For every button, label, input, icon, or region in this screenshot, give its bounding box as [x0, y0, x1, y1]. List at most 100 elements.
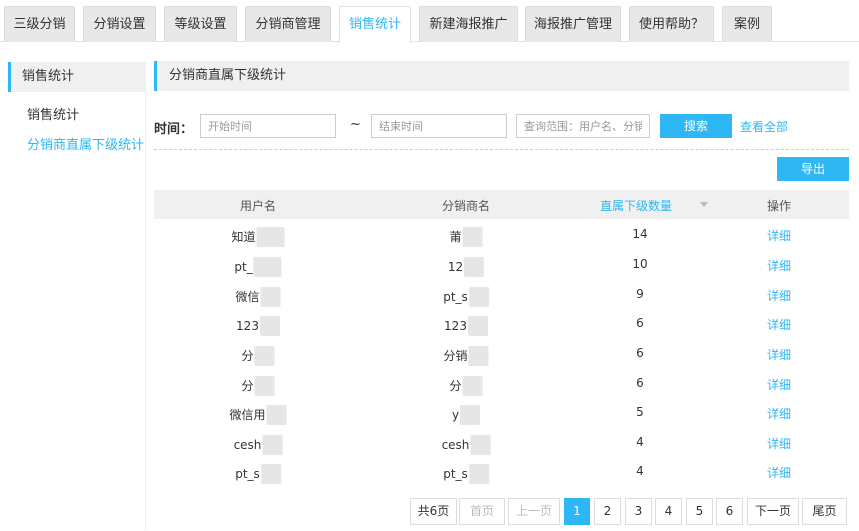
cell-username: 微信 — [235, 287, 281, 307]
table-row: pt_s pt_s 4 详细 — [154, 457, 849, 486]
table-row: cesh cesh 4 详细 — [154, 428, 849, 457]
cell-count: 4 — [636, 464, 644, 478]
cell-count: 5 — [636, 405, 644, 419]
header-action: 操作 — [766, 199, 792, 213]
detail-link[interactable]: 详细 — [767, 257, 791, 274]
sidebar-title: 销售统计 — [8, 62, 146, 92]
redaction-mask — [253, 257, 282, 277]
tab-distribution-settings[interactable]: 分销设置 — [83, 6, 156, 42]
cell-distributor-name: 12 — [448, 257, 485, 277]
time-label: 时间： — [154, 122, 194, 137]
redaction-mask — [254, 376, 275, 396]
table-header: 用户名 分销商名 直属下级数量 操作 — [154, 190, 849, 219]
cell-distributor-name: 分 — [449, 376, 483, 396]
cell-distributor-name: y — [452, 405, 481, 425]
cell-count: 14 — [632, 227, 648, 241]
time-separator: ~ — [350, 117, 361, 132]
pagination-next[interactable]: 下一页 — [747, 498, 799, 525]
section-title: 分销商直属下级统计 — [154, 61, 849, 91]
cell-count: 6 — [636, 346, 644, 360]
cell-distributor-name: pt_s — [443, 464, 489, 484]
query-range-input[interactable] — [516, 114, 650, 138]
header-distributor-name: 分销商名 — [441, 199, 491, 213]
cell-count: 9 — [636, 287, 644, 301]
tab-three-level-distribution[interactable]: 三级分销 — [4, 6, 75, 42]
detail-link[interactable]: 详细 — [767, 435, 791, 452]
redaction-mask — [260, 287, 281, 307]
sort-caret-icon[interactable] — [700, 202, 708, 207]
detail-link[interactable]: 详细 — [767, 464, 791, 481]
cell-username: pt_ — [234, 257, 282, 277]
cell-username: pt_s — [235, 464, 281, 484]
detail-link[interactable]: 详细 — [767, 316, 791, 333]
redaction-mask — [266, 405, 287, 425]
cell-distributor-name: pt_s — [443, 287, 489, 307]
table-row: 分 分销 6 详细 — [154, 339, 849, 368]
redaction-mask — [468, 346, 489, 366]
redaction-mask — [462, 376, 483, 396]
detail-link[interactable]: 详细 — [767, 376, 791, 393]
pagination-page-1[interactable]: 1 — [564, 498, 590, 525]
view-all-link[interactable]: 查看全部 — [740, 118, 788, 135]
redaction-mask — [259, 316, 280, 336]
pagination-first[interactable]: 首页 — [459, 498, 505, 525]
pagination-page-2[interactable]: 2 — [594, 498, 621, 525]
redaction-mask — [256, 227, 285, 247]
sidebar: 销售统计 销售统计 分销商直属下级统计 — [8, 62, 146, 530]
top-tab-bar: 三级分销 分销设置 等级设置 分销商管理 销售统计 新建海报推广 海报推广管理 … — [0, 0, 859, 43]
redaction-mask — [462, 227, 483, 247]
cell-count: 6 — [636, 316, 644, 330]
cell-distributor-name: cesh — [442, 435, 491, 455]
cell-username: 123 — [236, 316, 280, 336]
table-row: 微信用 y 5 详细 — [154, 398, 849, 427]
redaction-mask — [464, 257, 485, 277]
pagination-prev[interactable]: 上一页 — [508, 498, 560, 525]
detail-link[interactable]: 详细 — [767, 346, 791, 363]
sidebar-item-direct-subordinate-stats[interactable]: 分销商直属下级统计 — [8, 134, 146, 158]
cell-username: 知道 — [231, 227, 285, 247]
table-row: 分 分 6 详细 — [154, 369, 849, 398]
sidebar-item-sales-statistics[interactable]: 销售统计 — [8, 104, 146, 128]
cell-username: cesh — [234, 435, 283, 455]
tab-cases[interactable]: 案例 — [722, 6, 772, 42]
pagination-last[interactable]: 尾页 — [802, 498, 847, 525]
pagination-total: 共6页 — [410, 498, 457, 525]
start-time-input[interactable] — [200, 114, 336, 138]
export-button[interactable]: 导出 — [777, 157, 849, 181]
cell-count: 6 — [636, 376, 644, 390]
header-username: 用户名 — [239, 199, 277, 213]
table-row: 微信 pt_s 9 详细 — [154, 280, 849, 309]
table-row: 知道 莆 14 详细 — [154, 220, 849, 249]
redaction-mask — [467, 316, 488, 336]
cell-username: 分 — [241, 346, 275, 366]
cell-distributor-name: 123 — [444, 316, 488, 336]
table-row: pt_ 12 10 详细 — [154, 250, 849, 279]
detail-link[interactable]: 详细 — [767, 287, 791, 304]
tab-poster-promotion-management[interactable]: 海报推广管理 — [525, 6, 621, 42]
detail-link[interactable]: 详细 — [767, 227, 791, 244]
redaction-mask — [460, 405, 481, 425]
tab-distributor-management[interactable]: 分销商管理 — [245, 6, 331, 42]
redaction-mask — [470, 435, 491, 455]
header-direct-subordinate-count[interactable]: 直属下级数量 — [600, 197, 672, 214]
cell-distributor-name: 分销 — [443, 346, 489, 366]
cell-count: 10 — [632, 257, 648, 271]
redaction-mask — [260, 464, 281, 484]
pagination-page-3[interactable]: 3 — [625, 498, 652, 525]
pagination-page-5[interactable]: 5 — [686, 498, 713, 525]
end-time-input[interactable] — [371, 114, 507, 138]
tab-sales-statistics[interactable]: 销售统计 — [339, 6, 411, 43]
divider — [154, 149, 849, 150]
redaction-mask — [468, 464, 489, 484]
redaction-mask — [254, 346, 275, 366]
redaction-mask — [468, 287, 489, 307]
tab-help[interactable]: 使用帮助？ — [629, 6, 714, 42]
tab-new-poster-promotion[interactable]: 新建海报推广 — [419, 6, 518, 42]
search-button[interactable]: 搜索 — [660, 114, 732, 138]
pagination-page-6[interactable]: 6 — [716, 498, 743, 525]
pagination-page-4[interactable]: 4 — [655, 498, 682, 525]
cell-count: 4 — [636, 435, 644, 449]
tab-level-settings[interactable]: 等级设置 — [164, 6, 237, 42]
cell-username: 微信用 — [229, 405, 287, 425]
detail-link[interactable]: 详细 — [767, 405, 791, 422]
